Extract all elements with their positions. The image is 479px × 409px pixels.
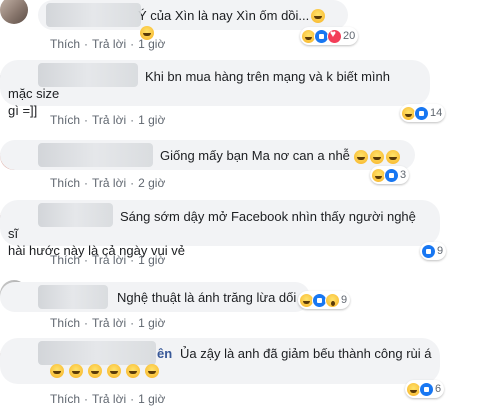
reaction-count: 14 bbox=[430, 107, 443, 119]
comment-actions: Thích · Trả lời · 1 giờ bbox=[50, 316, 166, 330]
comment-bubble: ên Ủa zậy là anh đã giảm bếu thành công … bbox=[0, 338, 440, 384]
commenter-name-blurred[interactable] bbox=[38, 341, 156, 365]
reply-link[interactable]: Trả lời bbox=[92, 316, 126, 330]
comment-bubble: Ý của Xìn là nay Xìn ốm dồi... bbox=[38, 0, 348, 40]
reaction-summary[interactable]: 6 bbox=[405, 380, 445, 398]
like-reaction-icon bbox=[419, 381, 434, 397]
reply-link[interactable]: Trả lời bbox=[92, 253, 126, 267]
wow-reaction-icon bbox=[325, 292, 340, 308]
comment-actions: Thích · Trả lời · 1 giờ bbox=[50, 392, 166, 406]
reaction-summary[interactable]: 9 bbox=[420, 242, 447, 260]
like-reaction-icon bbox=[421, 243, 436, 259]
like-link[interactable]: Thích bbox=[50, 253, 80, 267]
like-link[interactable]: Thích bbox=[50, 37, 80, 51]
comment-actions: Thích · Trả lời · 1 giờ bbox=[50, 113, 166, 127]
timestamp[interactable]: 1 giờ bbox=[138, 37, 165, 51]
reaction-count: 6 bbox=[435, 383, 442, 395]
laughing-emoji-icon bbox=[370, 150, 384, 164]
comment-bubble: Sáng sớm dậy mở Facebook nhìn thấy người… bbox=[0, 200, 440, 258]
comment-text: Ý của Xìn là nay Xìn ốm dồi... bbox=[138, 8, 310, 23]
timestamp[interactable]: 1 giờ bbox=[138, 113, 165, 127]
laughing-emoji-icon bbox=[386, 150, 400, 164]
reply-link[interactable]: Trả lời bbox=[92, 37, 126, 51]
reaction-summary[interactable]: 14 bbox=[400, 104, 446, 122]
laughing-emoji-icon bbox=[69, 364, 83, 378]
comment-actions: Thích · Trả lời · 2 giờ bbox=[50, 176, 166, 190]
laughing-emoji-icon bbox=[88, 364, 102, 378]
timestamp[interactable]: 1 giờ bbox=[138, 392, 165, 406]
comment-text: Ủa zậy là anh đã giảm bếu thành công rùi… bbox=[180, 346, 432, 361]
commenter-name-fragment[interactable]: ên bbox=[157, 345, 172, 362]
comment-text: Giống mấy bạn Ma nơ can a nhễ bbox=[160, 148, 350, 163]
laughing-emoji-icon bbox=[107, 364, 121, 378]
emoji-row bbox=[48, 364, 159, 378]
laughing-emoji-icon bbox=[126, 364, 140, 378]
reaction-summary[interactable]: 20 bbox=[300, 27, 359, 45]
like-link[interactable]: Thích bbox=[50, 113, 80, 127]
commenter-name-blurred[interactable] bbox=[38, 285, 108, 309]
timestamp[interactable]: 2 giờ bbox=[138, 176, 165, 190]
reaction-count: 3 bbox=[400, 169, 407, 181]
laughing-emoji-icon bbox=[354, 150, 368, 164]
commenter-name-blurred[interactable] bbox=[46, 3, 141, 27]
reaction-count: 20 bbox=[343, 30, 356, 42]
timestamp[interactable]: 1 giờ bbox=[138, 253, 165, 267]
like-reaction-icon bbox=[384, 167, 399, 183]
like-reaction-icon bbox=[414, 105, 429, 121]
reaction-count: 9 bbox=[437, 245, 444, 257]
love-reaction-icon bbox=[327, 28, 342, 44]
comment-text: Khi bn mua hàng trên mạng và k biết mình… bbox=[8, 69, 390, 118]
laughing-emoji-icon bbox=[311, 9, 326, 23]
comment-text: Nghệ thuật là ánh trăng lừa dối bbox=[117, 290, 297, 305]
reply-link[interactable]: Trả lời bbox=[92, 113, 126, 127]
comment-bubble: Giống mấy bạn Ma nơ can a nhễ bbox=[0, 140, 415, 170]
like-link[interactable]: Thích bbox=[50, 392, 80, 406]
like-link[interactable]: Thích bbox=[50, 176, 80, 190]
comment-bubble: Khi bn mua hàng trên mạng và k biết mình… bbox=[0, 60, 430, 118]
reply-link[interactable]: Trả lời bbox=[92, 176, 126, 190]
timestamp[interactable]: 1 giờ bbox=[138, 316, 165, 330]
laughing-emoji-icon bbox=[50, 364, 64, 378]
avatar[interactable] bbox=[0, 0, 28, 24]
comment-text: Sáng sớm dậy mở Facebook nhìn thấy người… bbox=[8, 209, 416, 258]
reply-link[interactable]: Trả lời bbox=[92, 392, 126, 406]
comment-bubble: Nghệ thuật là ánh trăng lừa dối bbox=[0, 282, 310, 312]
like-link[interactable]: Thích bbox=[50, 316, 80, 330]
commenter-name-blurred[interactable] bbox=[38, 143, 153, 167]
comment-actions: Thích · Trả lời · 1 giờ bbox=[50, 253, 166, 267]
reaction-count: 9 bbox=[341, 294, 348, 306]
reaction-summary[interactable]: 3 bbox=[370, 166, 410, 184]
laughing-emoji-icon bbox=[145, 364, 159, 378]
comment-actions: Thích · Trả lời · 1 giờ bbox=[50, 37, 166, 51]
reaction-summary[interactable]: 9 bbox=[298, 291, 351, 309]
